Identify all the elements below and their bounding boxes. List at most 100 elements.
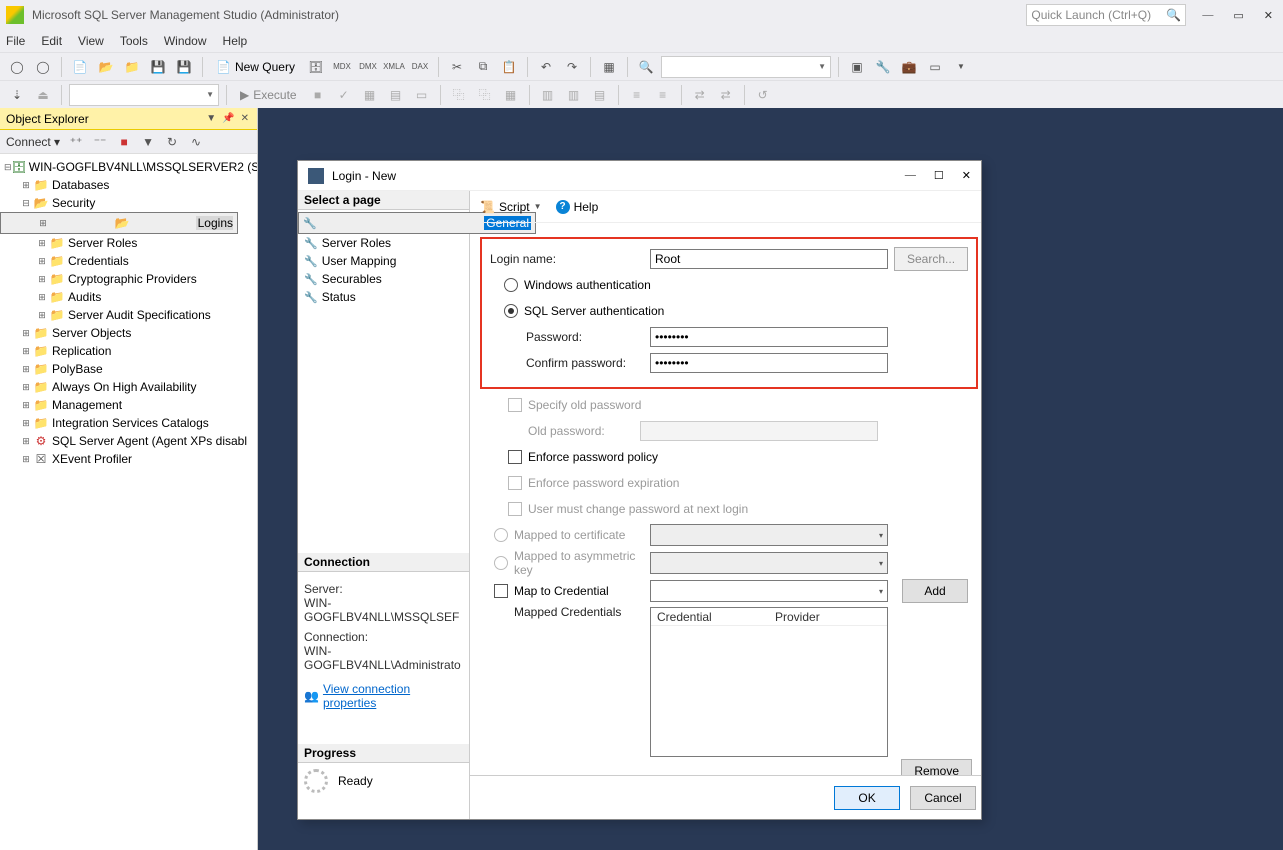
tool-icon-a[interactable]: ▣ <box>846 56 868 78</box>
db-query-icon[interactable]: 🗄 <box>305 56 327 78</box>
tree-databases[interactable]: ⊞📁 Databases <box>0 176 257 194</box>
tree-crypto[interactable]: ⊞📁 Cryptographic Providers <box>0 270 257 288</box>
maximize-button[interactable]: ▭ <box>1229 9 1247 22</box>
nav-forward-icon[interactable]: ◯ <box>32 56 54 78</box>
plan3-icon[interactable]: ▦ <box>500 84 522 106</box>
menu-file[interactable]: File <box>6 34 25 48</box>
extra-icon[interactable]: ↺ <box>752 84 774 106</box>
password-input[interactable] <box>650 327 888 347</box>
tool-icon-b[interactable]: 💼 <box>898 56 920 78</box>
help-button[interactable]: ? Help <box>556 200 599 214</box>
menu-edit[interactable]: Edit <box>41 34 62 48</box>
indent-icon[interactable]: ▥ <box>537 84 559 106</box>
copy-icon[interactable]: ⧉ <box>472 56 494 78</box>
save-icon[interactable]: 💾 <box>147 56 169 78</box>
redo-icon[interactable]: ↷ <box>561 56 583 78</box>
ok-button[interactable]: OK <box>834 786 900 810</box>
execute-button[interactable]: ▶ Execute <box>234 88 303 102</box>
comment-icon[interactable]: ▤ <box>589 84 611 106</box>
tree-audit-specs[interactable]: ⊞📁 Server Audit Specifications <box>0 306 257 324</box>
dialog-minimize-button[interactable]: — <box>905 169 916 182</box>
mdx-icon[interactable]: MDX <box>331 56 353 78</box>
tree-management[interactable]: ⊞📁 Management <box>0 396 257 414</box>
grid-icon[interactable]: ▦ <box>359 84 381 106</box>
tree-audits[interactable]: ⊞📁 Audits <box>0 288 257 306</box>
page-securables[interactable]: 🔧Securables <box>298 270 469 288</box>
menu-window[interactable]: Window <box>164 34 207 48</box>
properties-icon[interactable]: ▦ <box>598 56 620 78</box>
page-status[interactable]: 🔧Status <box>298 288 469 306</box>
tree-replication[interactable]: ⊞📁 Replication <box>0 342 257 360</box>
nav-back-icon[interactable]: ◯ <box>6 56 28 78</box>
login-name-input[interactable] <box>650 249 888 269</box>
chevron-down-icon[interactable]: ▼ <box>950 56 972 78</box>
page-user-mapping[interactable]: 🔧User Mapping <box>298 252 469 270</box>
tool-icon-c[interactable]: ▭ <box>924 56 946 78</box>
connect-plus-icon[interactable]: ⁺⁺ <box>68 134 84 150</box>
dmx-icon[interactable]: DMX <box>357 56 379 78</box>
connect-icon[interactable]: ⇣ <box>6 84 28 106</box>
folder-icon[interactable]: 📁 <box>121 56 143 78</box>
tree-polybase[interactable]: ⊞📁 PolyBase <box>0 360 257 378</box>
file-icon[interactable]: ▭ <box>411 84 433 106</box>
script-button[interactable]: 📜 Script ▼ <box>480 200 542 214</box>
windows-auth-radio[interactable] <box>504 278 518 292</box>
find-icon[interactable]: 🔍 <box>635 56 657 78</box>
view-connection-properties-link[interactable]: View connection properties <box>323 682 463 710</box>
save-all-icon[interactable]: 💾 <box>173 56 195 78</box>
bp2-icon[interactable]: ≡ <box>652 84 674 106</box>
tree-xevent[interactable]: ⊞☒ XEvent Profiler <box>0 450 257 468</box>
outdent-icon[interactable]: ▥ <box>563 84 585 106</box>
filter-icon[interactable]: ▼ <box>140 134 156 150</box>
close-button[interactable]: ✕ <box>1260 9 1277 22</box>
sql-auth-radio[interactable] <box>504 304 518 318</box>
tree-isc[interactable]: ⊞📁 Integration Services Catalogs <box>0 414 257 432</box>
menu-view[interactable]: View <box>78 34 104 48</box>
wrench-icon[interactable]: 🔧 <box>872 56 894 78</box>
disconnect-icon[interactable]: ⏏ <box>32 84 54 106</box>
tree-logins[interactable]: ⊞📂 Logins <box>0 212 238 234</box>
map-cred-combo[interactable]: ▾ <box>650 580 888 602</box>
cut-icon[interactable]: ✂ <box>446 56 468 78</box>
tree-server-roles[interactable]: ⊞📁 Server Roles <box>0 234 257 252</box>
check-icon[interactable]: ✓ <box>333 84 355 106</box>
disconnect-red-icon[interactable]: ⁻⁻ <box>92 134 108 150</box>
object-explorer-tree[interactable]: ⊟🗄 WIN-GOGFLBV4NLL\MSSQLSERVER2 (S ⊞📁 Da… <box>0 154 257 850</box>
plan2-icon[interactable]: ⿻ <box>474 84 496 106</box>
cancel-button[interactable]: Cancel <box>910 786 976 810</box>
minimize-button[interactable]: — <box>1198 9 1217 21</box>
tog-icon[interactable]: ⇄ <box>689 84 711 106</box>
new-project-icon[interactable]: 📄 <box>69 56 91 78</box>
refresh-icon[interactable]: ↻ <box>164 134 180 150</box>
tog2-icon[interactable]: ⇄ <box>715 84 737 106</box>
connect-dropdown[interactable]: Connect ▾ <box>6 135 60 149</box>
dropdown-icon[interactable]: ▼ <box>204 113 218 124</box>
panel-close-icon[interactable]: ✕ <box>239 113 251 124</box>
stop-red-icon[interactable]: ■ <box>116 134 132 150</box>
tree-agent[interactable]: ⊞⚙ SQL Server Agent (Agent XPs disabl <box>0 432 257 450</box>
pin-icon[interactable]: 📌 <box>220 113 236 124</box>
dax-icon[interactable]: DAX <box>409 56 431 78</box>
tree-server-node[interactable]: ⊟🗄 WIN-GOGFLBV4NLL\MSSQLSERVER2 (S <box>0 158 257 176</box>
new-query-button[interactable]: 📄 New Query <box>210 60 301 74</box>
tree-security[interactable]: ⊟📂 Security <box>0 194 257 212</box>
xmla-icon[interactable]: XMLA <box>383 56 405 78</box>
mapped-credentials-table[interactable]: Credential Provider <box>650 607 888 757</box>
tree-credentials[interactable]: ⊞📁 Credentials <box>0 252 257 270</box>
find-combo[interactable]: ▼ <box>661 56 831 78</box>
confirm-password-input[interactable] <box>650 353 888 373</box>
menu-tools[interactable]: Tools <box>120 34 148 48</box>
dialog-close-button[interactable]: ✕ <box>962 169 971 182</box>
bp-icon[interactable]: ≡ <box>626 84 648 106</box>
menu-help[interactable]: Help <box>223 34 248 48</box>
open-icon[interactable]: 📂 <box>95 56 117 78</box>
tree-server-objects[interactable]: ⊞📁 Server Objects <box>0 324 257 342</box>
quick-launch-input[interactable]: Quick Launch (Ctrl+Q) 🔍 <box>1026 4 1186 26</box>
tree-always-on[interactable]: ⊞📁 Always On High Availability <box>0 378 257 396</box>
page-server-roles[interactable]: 🔧Server Roles <box>298 234 469 252</box>
undo-icon[interactable]: ↶ <box>535 56 557 78</box>
add-button[interactable]: Add <box>902 579 968 603</box>
activity-icon[interactable]: ∿ <box>188 134 204 150</box>
enforce-policy-checkbox[interactable] <box>508 450 522 464</box>
dialog-maximize-button[interactable]: ☐ <box>934 169 944 182</box>
